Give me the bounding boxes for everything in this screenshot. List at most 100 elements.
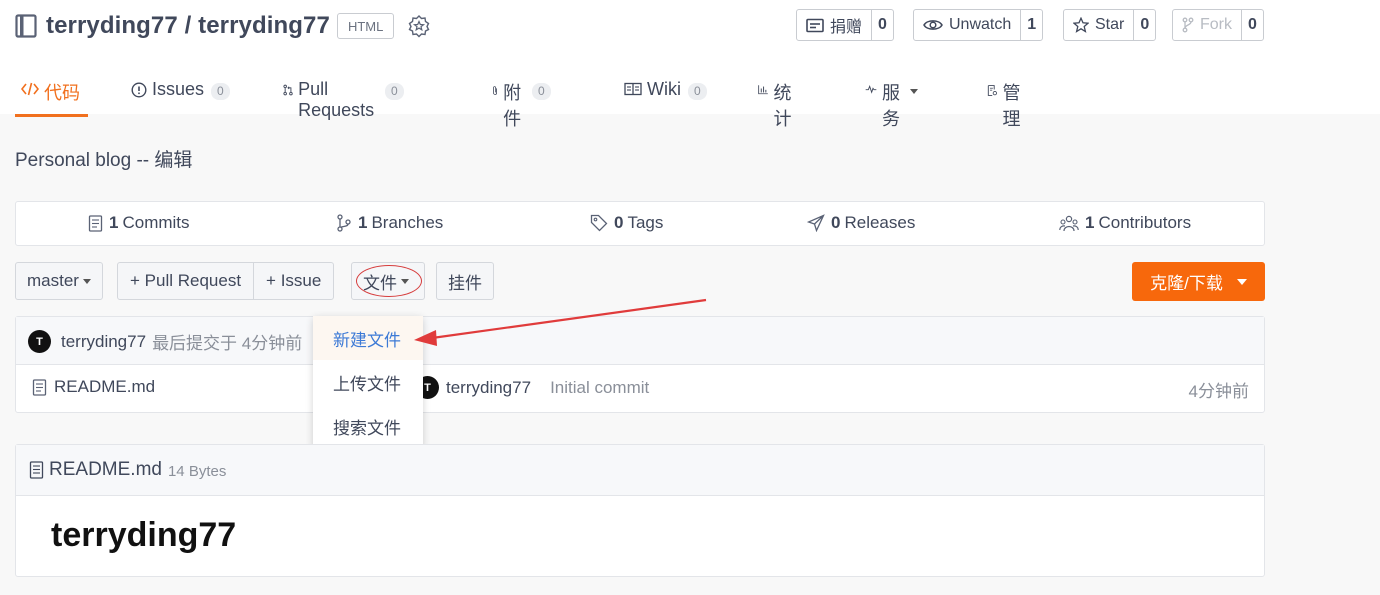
tab-wiki[interactable]: Wiki 0 <box>624 67 707 117</box>
avatar[interactable]: T <box>28 330 51 353</box>
stat-label: Releases <box>844 213 916 232</box>
fork-label: Fork <box>1200 16 1232 33</box>
unwatch-button[interactable]: Unwatch <box>914 10 1020 40</box>
clone-label: 克隆/下载 <box>1150 274 1223 293</box>
donate-icon <box>806 18 824 32</box>
watch-count[interactable]: 1 <box>1020 10 1042 40</box>
menu-item-search-file[interactable]: 搜索文件 <box>313 404 423 448</box>
file-commit-author[interactable]: terryding77 <box>446 378 531 398</box>
readme-panel: README.md 14 Bytes terryding77 <box>15 444 1265 577</box>
eye-icon <box>923 20 943 30</box>
language-badge: HTML <box>336 13 395 39</box>
tab-count: 0 <box>211 83 230 100</box>
tab-attachments[interactable]: 附件 0 <box>492 67 551 129</box>
fork-button[interactable]: Fork <box>1173 10 1241 40</box>
donate-count[interactable]: 0 <box>871 10 893 40</box>
stat-tags[interactable]: 0 Tags <box>590 213 663 233</box>
branch-select[interactable]: master <box>15 262 103 300</box>
widget-button[interactable]: 挂件 <box>436 262 494 300</box>
file-icon <box>32 378 47 396</box>
repo-book-icon <box>15 14 37 38</box>
file-name-link[interactable]: README.md <box>54 377 155 397</box>
file-commit-time: 4分钟前 <box>1188 382 1249 401</box>
file-icon <box>29 461 44 479</box>
tab-stats[interactable]: 统计 <box>758 67 797 129</box>
stat-value: 1 <box>358 213 368 232</box>
annotation-circle <box>356 265 422 297</box>
stat-label: Branches <box>371 213 444 232</box>
stat-label: Commits <box>122 213 190 232</box>
file-commit-info: T terryding77 Initial commit <box>416 376 649 399</box>
tab-count: 0 <box>532 83 551 100</box>
tab-pull-requests[interactable]: Pull Requests 0 <box>283 67 404 120</box>
pulse-icon <box>865 84 877 94</box>
stat-releases[interactable]: 0 Releases <box>807 213 915 233</box>
readme-filename: README.md <box>49 459 162 480</box>
tab-label: 管理 <box>1002 83 1021 129</box>
stat-contributors[interactable]: 1 Contributors <box>1059 213 1191 233</box>
repo-header: terryding77 / terryding77 HTML 捐赠 0 Unwa… <box>0 0 1380 129</box>
stat-label: Contributors <box>1098 213 1192 232</box>
tab-count: 0 <box>688 83 707 100</box>
fork-count[interactable]: 0 <box>1241 10 1263 40</box>
bar-chart-icon <box>758 85 768 95</box>
stat-value: 1 <box>109 213 119 232</box>
settings-doc-icon <box>987 85 997 96</box>
pr-issue-button-group: + Pull Request + Issue <box>117 262 335 300</box>
description-text: Personal blog -- <box>15 150 155 171</box>
readme-title: README.md 14 Bytes <box>29 459 226 481</box>
fork-icon <box>1182 17 1194 33</box>
release-icon <box>807 214 825 232</box>
donate-button[interactable]: 捐赠 <box>797 10 871 40</box>
stat-value: 1 <box>1085 213 1095 232</box>
repo-name[interactable]: terryding77 / terryding77 <box>46 12 330 40</box>
wiki-icon <box>624 82 642 96</box>
tab-label: 统计 <box>773 83 792 129</box>
pull-request-icon <box>283 84 293 96</box>
tab-count: 0 <box>385 83 404 100</box>
new-issue-button[interactable]: + Issue <box>253 263 333 299</box>
clone-download-button[interactable]: 克隆/下载 <box>1132 262 1265 301</box>
widget-label: 挂件 <box>448 273 482 293</box>
chevron-down-icon <box>910 89 918 94</box>
chevron-down-icon <box>1236 279 1247 285</box>
file-commit-message[interactable]: Initial commit <box>550 378 649 398</box>
readme-header: README.md 14 Bytes <box>16 445 1264 496</box>
tab-manage[interactable]: 管理 <box>987 67 1026 129</box>
tag-icon <box>590 214 608 232</box>
tab-label: 代码 <box>44 83 80 103</box>
star-button[interactable]: Star <box>1064 10 1133 40</box>
tab-label: 附件 <box>503 83 522 129</box>
tab-code[interactable]: 代码 <box>15 67 88 117</box>
watch-label: Unwatch <box>949 16 1012 33</box>
issue-icon <box>131 82 147 98</box>
fork-button-group: Fork 0 <box>1172 9 1264 41</box>
menu-item-upload-file[interactable]: 上传文件 <box>313 360 423 404</box>
tab-issues[interactable]: Issues 0 <box>131 67 230 117</box>
tab-label: Wiki <box>647 79 681 99</box>
commits-icon <box>88 214 103 232</box>
branch-icon <box>337 214 351 232</box>
donate-label: 捐赠 <box>830 19 863 36</box>
tab-label: 服务 <box>882 83 900 129</box>
stat-branches[interactable]: 1 Branches <box>336 213 443 233</box>
stat-label: Tags <box>627 213 664 232</box>
star-icon <box>1073 17 1089 33</box>
chevron-down-icon <box>82 279 91 284</box>
latest-commit-bar: T terryding77 最后提交于 4分钟前 <box>16 317 1264 365</box>
tab-label: Issues <box>152 79 205 99</box>
new-pull-request-button[interactable]: + Pull Request <box>118 263 253 299</box>
stat-value: 0 <box>614 213 624 232</box>
star-count[interactable]: 0 <box>1133 10 1155 40</box>
paperclip-icon <box>493 86 497 95</box>
menu-item-new-file[interactable]: 新建文件 <box>313 316 423 360</box>
file-dropdown-menu: 新建文件 上传文件 搜索文件 <box>313 316 423 449</box>
stat-commits[interactable]: 1 Commits <box>88 213 190 233</box>
star-button-group: Star 0 <box>1063 9 1157 41</box>
table-row: README.md <box>32 377 155 397</box>
repo-stats-bar: 1 Commits 1 Branches 0 Tags 0 Releases 1 Cont… <box>15 201 1265 246</box>
tab-services[interactable]: 服务 <box>865 67 918 129</box>
commit-author[interactable]: terryding77 <box>61 332 146 352</box>
edit-description-link[interactable]: 编辑 <box>154 150 192 171</box>
branch-name: master <box>27 271 79 290</box>
